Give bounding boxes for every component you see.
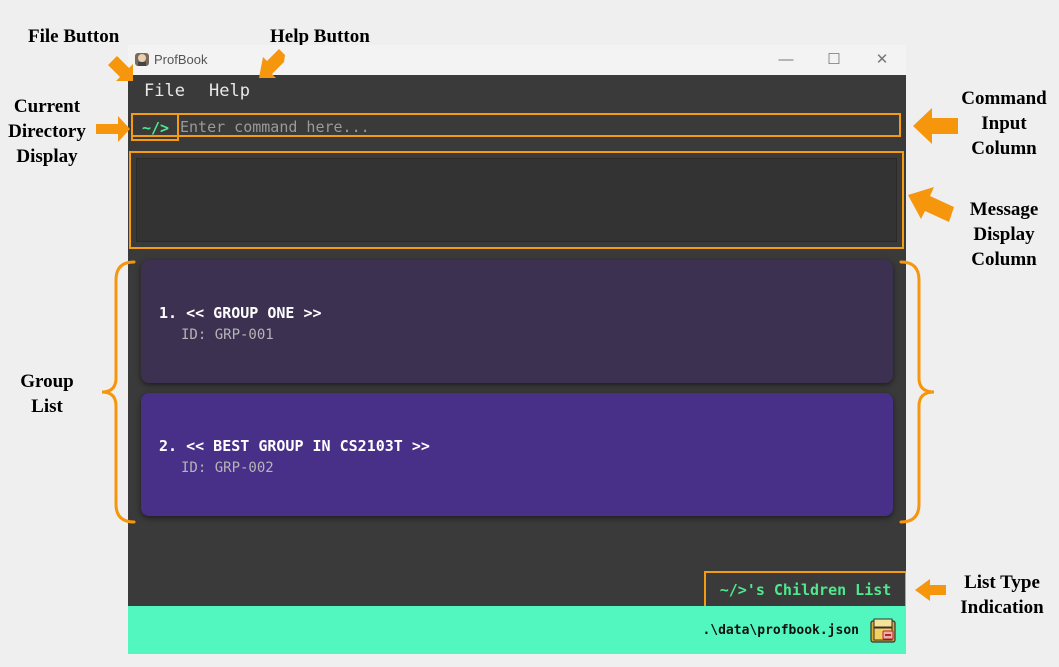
arrow-icon <box>908 187 954 222</box>
arrow-icon <box>259 49 285 78</box>
left-brace-icon <box>101 260 136 524</box>
arrow-icon <box>108 56 133 81</box>
arrow-icon <box>915 579 946 601</box>
arrow-icon <box>913 108 958 144</box>
arrow-icon <box>96 116 130 142</box>
annotation-overlay <box>96 49 958 601</box>
right-brace-icon <box>899 260 935 524</box>
